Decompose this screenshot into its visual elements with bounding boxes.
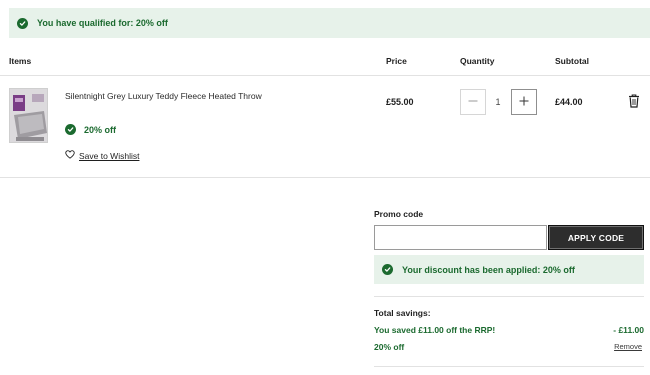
savings-bottom-divider <box>374 366 644 367</box>
discount-applied-banner: Your discount has been applied: 20% off <box>374 255 644 284</box>
product-thumbnail[interactable] <box>9 88 48 143</box>
minus-icon <box>468 96 478 108</box>
quantity-value[interactable]: 1 <box>490 97 506 107</box>
column-header-quantity: Quantity <box>460 56 495 66</box>
item-divider <box>0 177 650 178</box>
column-header-price: Price <box>386 56 407 66</box>
discount-applied-message: Your discount has been applied: 20% off <box>402 264 575 275</box>
apply-code-button[interactable]: APPLY CODE <box>548 225 644 250</box>
total-savings-title: Total savings: <box>374 308 431 318</box>
check-circle-icon <box>382 264 393 275</box>
qualified-message: You have qualified for: 20% off <box>37 18 168 28</box>
item-price: £55.00 <box>386 97 414 107</box>
rrp-savings-label: You saved £11.00 off the RRP! <box>374 325 496 335</box>
offer-label: 20% off <box>84 124 117 135</box>
plus-icon <box>519 96 529 108</box>
column-header-subtotal: Subtotal <box>555 56 589 66</box>
quantity-decrease-button[interactable] <box>460 89 486 115</box>
quantity-increase-button[interactable] <box>511 89 537 115</box>
trash-icon <box>628 94 640 110</box>
item-subtotal: £44.00 <box>555 97 583 107</box>
save-to-wishlist-button[interactable]: Save to Wishlist <box>65 150 139 161</box>
remove-promo-link[interactable]: Remove <box>614 342 642 351</box>
applied-promo-label: 20% off <box>374 342 405 352</box>
rrp-savings-amount: - £11.00 <box>613 325 644 335</box>
remove-item-button[interactable] <box>628 94 640 108</box>
header-divider <box>0 75 650 76</box>
heart-icon <box>65 150 75 161</box>
column-header-items: Items <box>9 56 32 66</box>
check-circle-icon <box>17 17 28 29</box>
promo-code-label: Promo code <box>374 209 424 219</box>
check-circle-icon <box>65 124 76 135</box>
promo-code-input[interactable] <box>374 225 547 250</box>
savings-divider <box>374 296 644 297</box>
wishlist-label: Save to Wishlist <box>79 150 140 161</box>
product-name-link[interactable]: Silentnight Grey Luxury Teddy Fleece Hea… <box>65 91 262 101</box>
qualified-banner: You have qualified for: 20% off <box>9 8 650 38</box>
product-offer: 20% off <box>65 124 116 135</box>
